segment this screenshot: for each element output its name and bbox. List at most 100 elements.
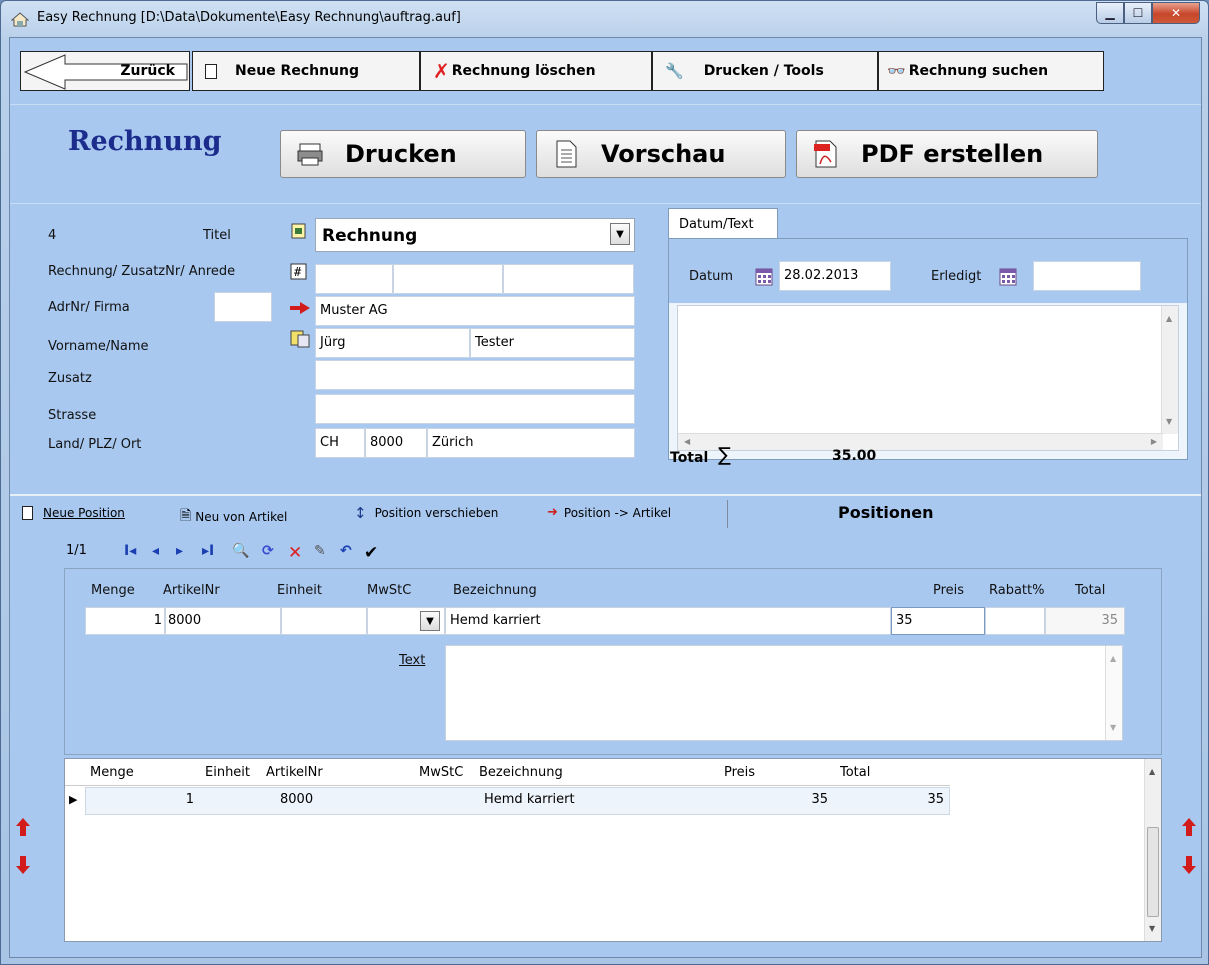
chevron-down-icon[interactable]: ▼: [420, 611, 440, 631]
new-from-article-button[interactable]: 🗎 Neu von Artikel: [180, 505, 287, 529]
search-invoice-label: Rechnung suchen: [908, 63, 1049, 79]
maximize-button[interactable]: ☐: [1124, 2, 1152, 24]
move-up-icon[interactable]: [16, 818, 30, 836]
scroll-thumb[interactable]: [1147, 827, 1159, 917]
new-from-article-label: Neu von Artikel: [195, 510, 288, 524]
preview-button[interactable]: Vorschau: [536, 130, 786, 178]
address-book-icon[interactable]: [290, 330, 310, 348]
plz-field[interactable]: 8000: [365, 428, 427, 458]
new-invoice-button[interactable]: Neue Rechnung: [192, 51, 420, 91]
print-button[interactable]: Drucken: [280, 130, 526, 178]
row-total: 35: [927, 792, 944, 807]
row-menge: 1: [185, 792, 194, 807]
rechnung-nr-field[interactable]: [315, 264, 393, 294]
artikelnr-field[interactable]: 8000: [165, 607, 281, 635]
print-tools-button[interactable]: 🔧 Drucken / Tools: [652, 51, 878, 91]
position-text-area[interactable]: ▲ ▼: [445, 645, 1123, 741]
binoculars-icon[interactable]: 🔍: [232, 543, 249, 559]
tab-datum-text[interactable]: Datum/Text: [668, 208, 778, 240]
new-document-icon: [205, 63, 217, 79]
table-row[interactable]: ▶ 1 8000 Hemd karriert 35 35: [65, 787, 950, 815]
positions-grid: Menge Einheit ArtikelNr MwStC Bezeichnun…: [64, 758, 1162, 942]
name-field[interactable]: Tester: [470, 328, 635, 358]
zusatz-field[interactable]: [315, 360, 635, 390]
prev-record-icon[interactable]: ◂: [152, 543, 159, 559]
position-to-article-button[interactable]: ➜ Position -> Artikel: [547, 505, 671, 520]
svg-text:#: #: [294, 265, 302, 279]
total-value: 35.00: [832, 448, 877, 464]
binoculars-icon: 👓: [887, 62, 906, 80]
erledigt-field[interactable]: [1033, 261, 1141, 291]
grid-header-bezeichnung: Bezeichnung: [479, 765, 563, 780]
arrow-right-icon[interactable]: [290, 302, 310, 320]
text-label[interactable]: Text: [399, 653, 425, 668]
client-area: Zurück Neue Rechnung ✗ Rechnung löschen …: [9, 37, 1202, 958]
preview-label: Vorschau: [601, 140, 726, 168]
titel-select[interactable]: Rechnung ▼: [315, 218, 635, 252]
notes-scrollbar[interactable]: ▲ ▼: [1161, 306, 1178, 434]
titel-label: Titel: [203, 228, 231, 243]
undo-icon[interactable]: ↶: [340, 543, 352, 559]
next-record-icon[interactable]: ▸: [176, 543, 183, 559]
menge-field[interactable]: 1: [85, 607, 165, 635]
grid-header-total: Total: [840, 765, 871, 780]
delete-invoice-label: Rechnung löschen: [451, 63, 596, 79]
edit-icon[interactable]: ✎: [314, 543, 326, 559]
rabatt-header: Rabatt%: [989, 583, 1045, 598]
move-down-icon[interactable]: [16, 856, 30, 874]
ort-field[interactable]: Zürich: [427, 428, 635, 458]
calendar-icon[interactable]: [999, 268, 1017, 286]
pdf-icon: [813, 140, 839, 168]
notes-textarea[interactable]: ▲ ▼ ◀ ▶: [677, 305, 1179, 451]
row-einheit: [202, 788, 208, 814]
first-record-icon[interactable]: I◂: [124, 543, 136, 559]
new-position-button[interactable]: Neue Position: [22, 506, 125, 520]
grid-header-artikelnr: ArtikelNr: [266, 765, 323, 780]
datum-field[interactable]: 28.02.2013: [779, 261, 891, 291]
notes-hscrollbar[interactable]: ◀ ▶: [678, 433, 1163, 450]
preis-field[interactable]: 35: [891, 607, 985, 635]
minimize-button[interactable]: ▁: [1096, 2, 1124, 24]
land-field[interactable]: CH: [315, 428, 365, 458]
printer-icon: [297, 140, 323, 168]
firma-field[interactable]: Muster AG: [315, 296, 635, 326]
zusatz-nr-field[interactable]: [393, 264, 503, 294]
total-label: Total: [670, 450, 709, 466]
transfer-icon: ➜: [547, 505, 558, 520]
strasse-field[interactable]: [315, 394, 635, 424]
close-button[interactable]: ✕: [1152, 2, 1200, 24]
calendar-icon[interactable]: [755, 268, 773, 286]
create-pdf-button[interactable]: PDF erstellen: [796, 130, 1098, 178]
mwstc-select[interactable]: ▼: [367, 607, 445, 635]
adrnr-field[interactable]: [214, 292, 272, 322]
chevron-down-icon[interactable]: ▼: [610, 223, 630, 245]
text-scrollbar[interactable]: ▲ ▼: [1105, 646, 1122, 740]
back-label: Zurück: [120, 63, 175, 79]
new-invoice-label: Neue Rechnung: [235, 63, 360, 79]
grid-scrollbar[interactable]: ▲ ▼: [1144, 759, 1161, 941]
rabatt-field[interactable]: [985, 607, 1045, 635]
vorname-name-label: Vorname/Name: [48, 339, 149, 354]
back-button[interactable]: Zurück: [20, 51, 190, 91]
bezeichnung-field[interactable]: Hemd karriert: [445, 607, 891, 635]
delete-icon[interactable]: ✕: [288, 543, 302, 563]
preis-header: Preis: [933, 583, 965, 598]
total-field: 35: [1045, 607, 1125, 635]
einheit-header: Einheit: [277, 583, 323, 598]
zusatz-label: Zusatz: [48, 371, 92, 386]
move-position-button[interactable]: ↕ Position verschieben: [354, 504, 498, 522]
einheit-field[interactable]: [281, 607, 367, 635]
datum-text-panel: Datum 28.02.2013 Erledigt ▲ ▼ ◀ ▶: [668, 238, 1188, 460]
vorname-field[interactable]: Jürg: [315, 328, 470, 358]
refresh-icon[interactable]: ⟳: [262, 543, 274, 559]
search-invoice-button[interactable]: 👓 Rechnung suchen: [878, 51, 1104, 91]
delete-invoice-button[interactable]: ✗ Rechnung löschen: [420, 51, 652, 91]
position-to-article-label: Position -> Artikel: [563, 505, 672, 520]
move-down-icon[interactable]: [1182, 856, 1196, 874]
last-record-icon[interactable]: ▸I: [202, 543, 214, 559]
erledigt-label: Erledigt: [931, 269, 982, 284]
anrede-field[interactable]: [503, 264, 634, 294]
grid-header-menge: Menge: [90, 765, 134, 780]
confirm-icon[interactable]: ✔: [364, 543, 378, 563]
move-up-icon[interactable]: [1182, 818, 1196, 836]
